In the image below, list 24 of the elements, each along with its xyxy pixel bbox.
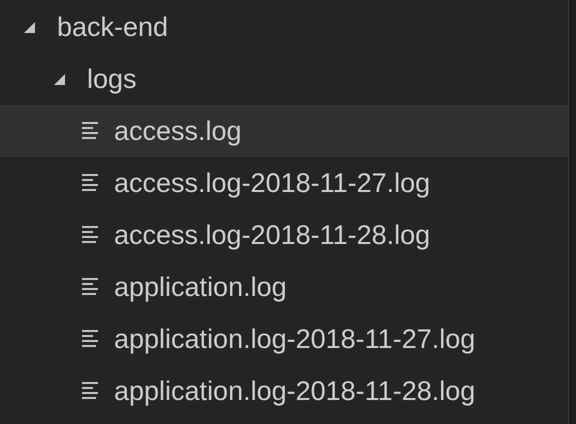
- file-row[interactable]: application.log-2018-11-28.log: [0, 365, 568, 417]
- file-name: application.log-2018-11-27.log: [114, 322, 476, 356]
- expanded-triangle-icon[interactable]: [52, 72, 66, 86]
- file-row[interactable]: application.log-2018-11-27.log: [0, 313, 568, 365]
- file-lines-icon: [82, 277, 100, 297]
- file-name: access.log-2018-11-27.log: [114, 166, 430, 200]
- file-name: application.log-2018-11-28.log: [114, 374, 476, 408]
- file-lines-icon: [82, 381, 100, 401]
- file-name: application.log: [114, 270, 287, 304]
- file-name: access.log-2018-11-28.log: [114, 218, 430, 252]
- folder-name: logs: [87, 62, 137, 96]
- file-lines-icon: [82, 173, 100, 193]
- file-lines-icon: [82, 329, 100, 349]
- file-lines-icon: [82, 121, 100, 141]
- folder-row[interactable]: back-end: [0, 1, 568, 53]
- folder-name: back-end: [57, 10, 168, 44]
- file-row[interactable]: application.log: [0, 261, 568, 313]
- file-lines-icon: [82, 225, 100, 245]
- file-name: access.log: [114, 114, 242, 148]
- file-row[interactable]: access.log: [0, 105, 568, 157]
- expanded-triangle-icon[interactable]: [22, 20, 36, 34]
- file-row[interactable]: access.log-2018-11-27.log: [0, 157, 568, 209]
- folder-row[interactable]: logs: [0, 53, 568, 105]
- file-row[interactable]: access.log-2018-11-28.log: [0, 209, 568, 261]
